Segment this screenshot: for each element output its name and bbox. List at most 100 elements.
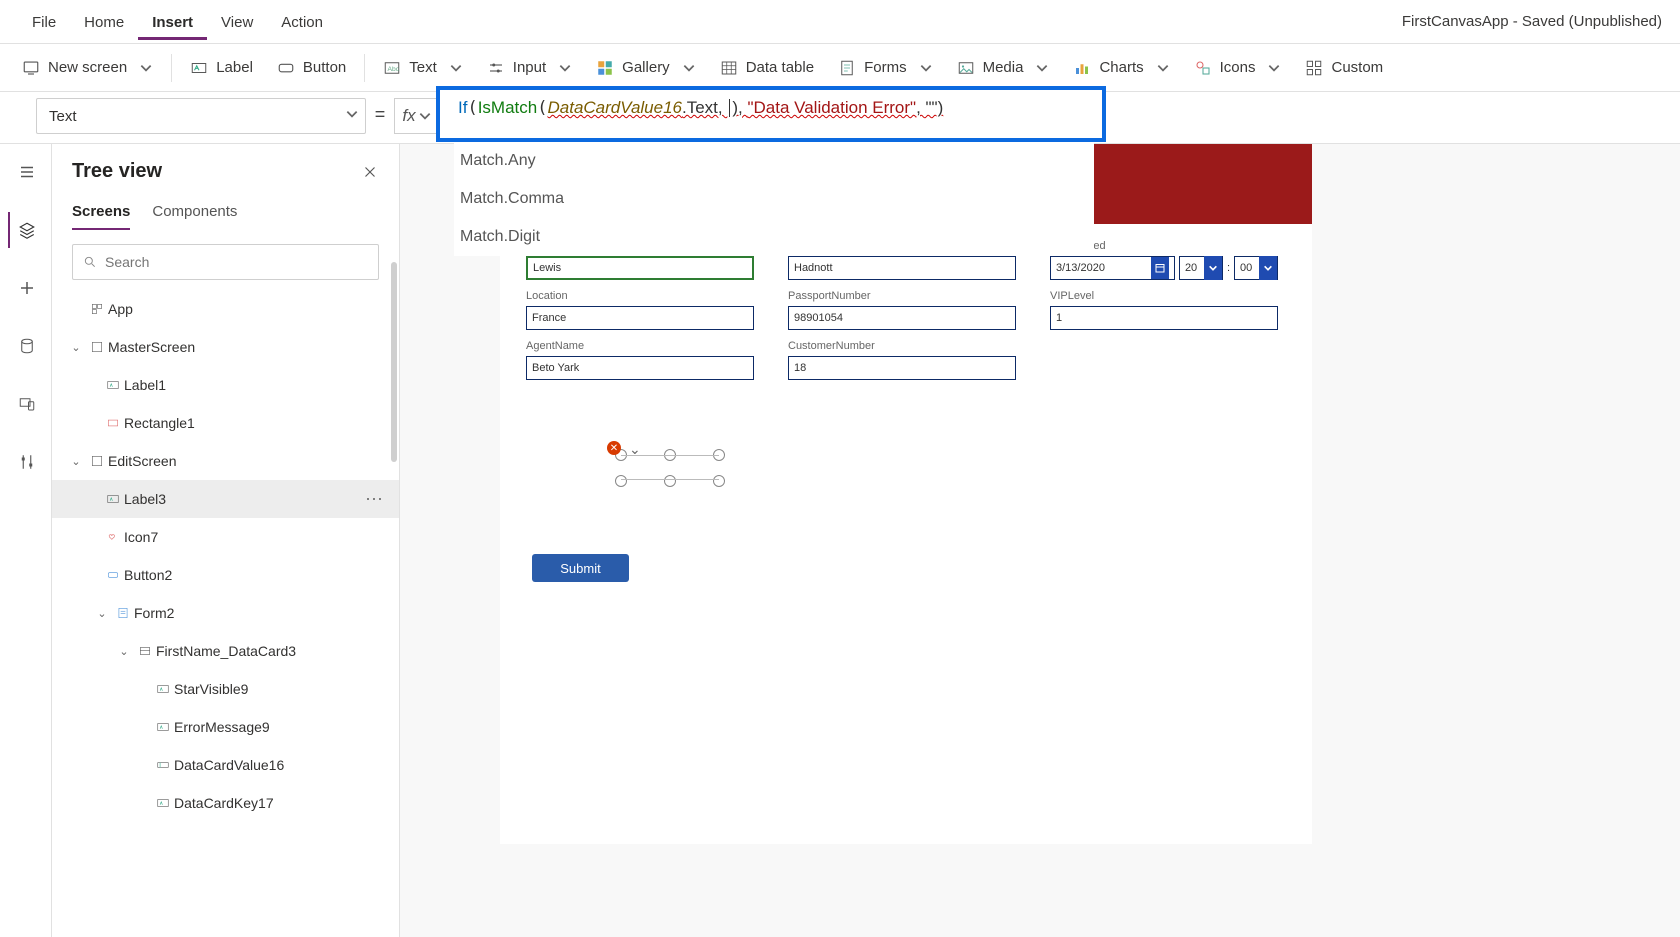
tree-node-datacardkey17[interactable]: DataCardKey17 xyxy=(52,784,399,822)
new-screen-button[interactable]: New screen xyxy=(10,53,165,83)
text-icon: Abc xyxy=(383,59,401,77)
input-firstname[interactable] xyxy=(526,256,754,280)
rail-insert[interactable] xyxy=(8,270,44,306)
button-icon xyxy=(277,59,295,77)
rail-data[interactable] xyxy=(8,328,44,364)
gallery-dropdown[interactable]: Gallery xyxy=(584,53,708,83)
tree-node-editscreen[interactable]: ⌄ EditScreen xyxy=(52,442,399,480)
custom-dropdown[interactable]: Custom xyxy=(1293,53,1395,83)
forms-dropdown[interactable]: Forms xyxy=(826,53,945,83)
menu-insert[interactable]: Insert xyxy=(138,4,207,40)
input-viplevel[interactable] xyxy=(1050,306,1278,330)
selected-label-control[interactable]: ✕ ⌄ xyxy=(615,449,725,487)
calendar-icon[interactable] xyxy=(1151,257,1169,279)
icons-dropdown[interactable]: Icons xyxy=(1182,53,1294,83)
rail-media[interactable] xyxy=(8,386,44,422)
text-dropdown[interactable]: Abc Text xyxy=(371,53,475,83)
input-passport[interactable] xyxy=(788,306,1016,330)
tree-list: App ⌄ MasterScreen Label1 Rectangle1 ⌄ E… xyxy=(52,290,399,930)
autocomplete-item[interactable]: Match.Comma xyxy=(454,180,1094,218)
menu-file[interactable]: File xyxy=(18,4,70,40)
textinput-icon xyxy=(156,758,170,772)
app-icon xyxy=(90,302,104,316)
chevron-down-icon xyxy=(682,61,696,75)
menu-home[interactable]: Home xyxy=(70,4,138,40)
label-icon xyxy=(190,59,208,77)
menu-action[interactable]: Action xyxy=(267,4,337,40)
data-table-button[interactable]: Data table xyxy=(708,53,826,83)
resize-handle[interactable] xyxy=(713,475,725,487)
fx-button[interactable]: fx xyxy=(394,98,440,134)
left-rail xyxy=(0,144,52,937)
tree-node-icon7[interactable]: Icon7 xyxy=(52,518,399,556)
submit-button[interactable]: Submit xyxy=(532,554,629,582)
chevron-down-icon xyxy=(449,61,463,75)
table-icon xyxy=(720,59,738,77)
menu-view[interactable]: View xyxy=(207,4,267,40)
form-icon xyxy=(116,606,130,620)
formula-input[interactable]: If(IsMatch(DataCardValue16.Text, ), "Dat… xyxy=(458,98,943,118)
label-button[interactable]: Label xyxy=(178,53,265,83)
input-location[interactable] xyxy=(526,306,754,330)
chevron-down-icon xyxy=(345,107,359,121)
label-icon xyxy=(156,682,170,696)
input-lastname[interactable] xyxy=(788,256,1016,280)
datacard-icon xyxy=(138,644,152,658)
tree-node-errormessage9[interactable]: ErrorMessage9 xyxy=(52,708,399,746)
media-icon xyxy=(957,59,975,77)
label-location: Location xyxy=(526,290,754,302)
tree-search-input[interactable] xyxy=(72,244,379,280)
select-minute[interactable]: 00 xyxy=(1234,256,1278,280)
database-icon xyxy=(18,337,36,355)
screen-icon xyxy=(90,454,104,468)
rail-advanced[interactable] xyxy=(8,444,44,480)
media-dropdown[interactable]: Media xyxy=(945,53,1062,83)
label-agent: AgentName xyxy=(526,340,754,352)
input-custno[interactable] xyxy=(788,356,1016,380)
devices-icon xyxy=(18,395,36,413)
tab-screens[interactable]: Screens xyxy=(72,197,130,230)
tree-node-rectangle1[interactable]: Rectangle1 xyxy=(52,404,399,442)
input-dropdown[interactable]: Input xyxy=(475,53,584,83)
tab-components[interactable]: Components xyxy=(152,197,237,230)
select-hour[interactable]: 20 xyxy=(1179,256,1223,280)
autocomplete-menu: Match.Any Match.Comma Match.Digit xyxy=(454,142,1094,256)
tree-node-button2[interactable]: Button2 xyxy=(52,556,399,594)
tree-node-label3[interactable]: Label3 ⋯ xyxy=(52,480,399,518)
autocomplete-item[interactable]: Match.Any xyxy=(454,142,1094,180)
tree-node-starvisible9[interactable]: StarVisible9 xyxy=(52,670,399,708)
label-icon xyxy=(106,492,120,506)
rail-tree-view[interactable] xyxy=(8,212,44,248)
equals-sign: = xyxy=(366,104,394,125)
chevron-down-icon xyxy=(919,61,933,75)
input-agent[interactable] xyxy=(526,356,754,380)
tree-node-firstname-datacard[interactable]: ⌄ FirstName_DataCard3 xyxy=(52,632,399,670)
error-badge-icon: ✕ xyxy=(607,441,621,455)
ribbon-bar: New screen Label Button Abc Text Input G… xyxy=(0,44,1680,92)
label-icon xyxy=(156,720,170,734)
tree-node-masterscreen[interactable]: ⌄ MasterScreen xyxy=(52,328,399,366)
close-icon[interactable] xyxy=(361,163,379,181)
charts-dropdown[interactable]: Charts xyxy=(1061,53,1181,83)
tree-node-form2[interactable]: ⌄ Form2 xyxy=(52,594,399,632)
tools-icon xyxy=(18,453,36,471)
grid-icon xyxy=(1305,59,1323,77)
resize-handle[interactable] xyxy=(664,475,676,487)
chevron-down-icon xyxy=(1035,61,1049,75)
screen-icon xyxy=(22,59,40,77)
input-date[interactable]: 3/13/2020 xyxy=(1050,256,1175,280)
autocomplete-item[interactable]: Match.Digit xyxy=(454,218,1094,256)
search-field[interactable] xyxy=(105,254,368,270)
tree-node-label1[interactable]: Label1 xyxy=(52,366,399,404)
tree-scrollbar[interactable] xyxy=(391,262,397,462)
label-icon xyxy=(156,796,170,810)
resize-handle[interactable] xyxy=(615,475,627,487)
property-selector[interactable]: Text xyxy=(36,98,366,134)
tree-node-app[interactable]: App xyxy=(52,290,399,328)
tree-node-datacardvalue16[interactable]: DataCardValue16 xyxy=(52,746,399,784)
rail-hamburger[interactable] xyxy=(8,154,44,190)
app-form-body: FirstName LastName DateJoined 3/13/2020 … xyxy=(500,224,1312,844)
button-button[interactable]: Button xyxy=(265,53,358,83)
hearts-icon xyxy=(106,530,120,544)
more-icon[interactable]: ⋯ xyxy=(365,489,389,510)
